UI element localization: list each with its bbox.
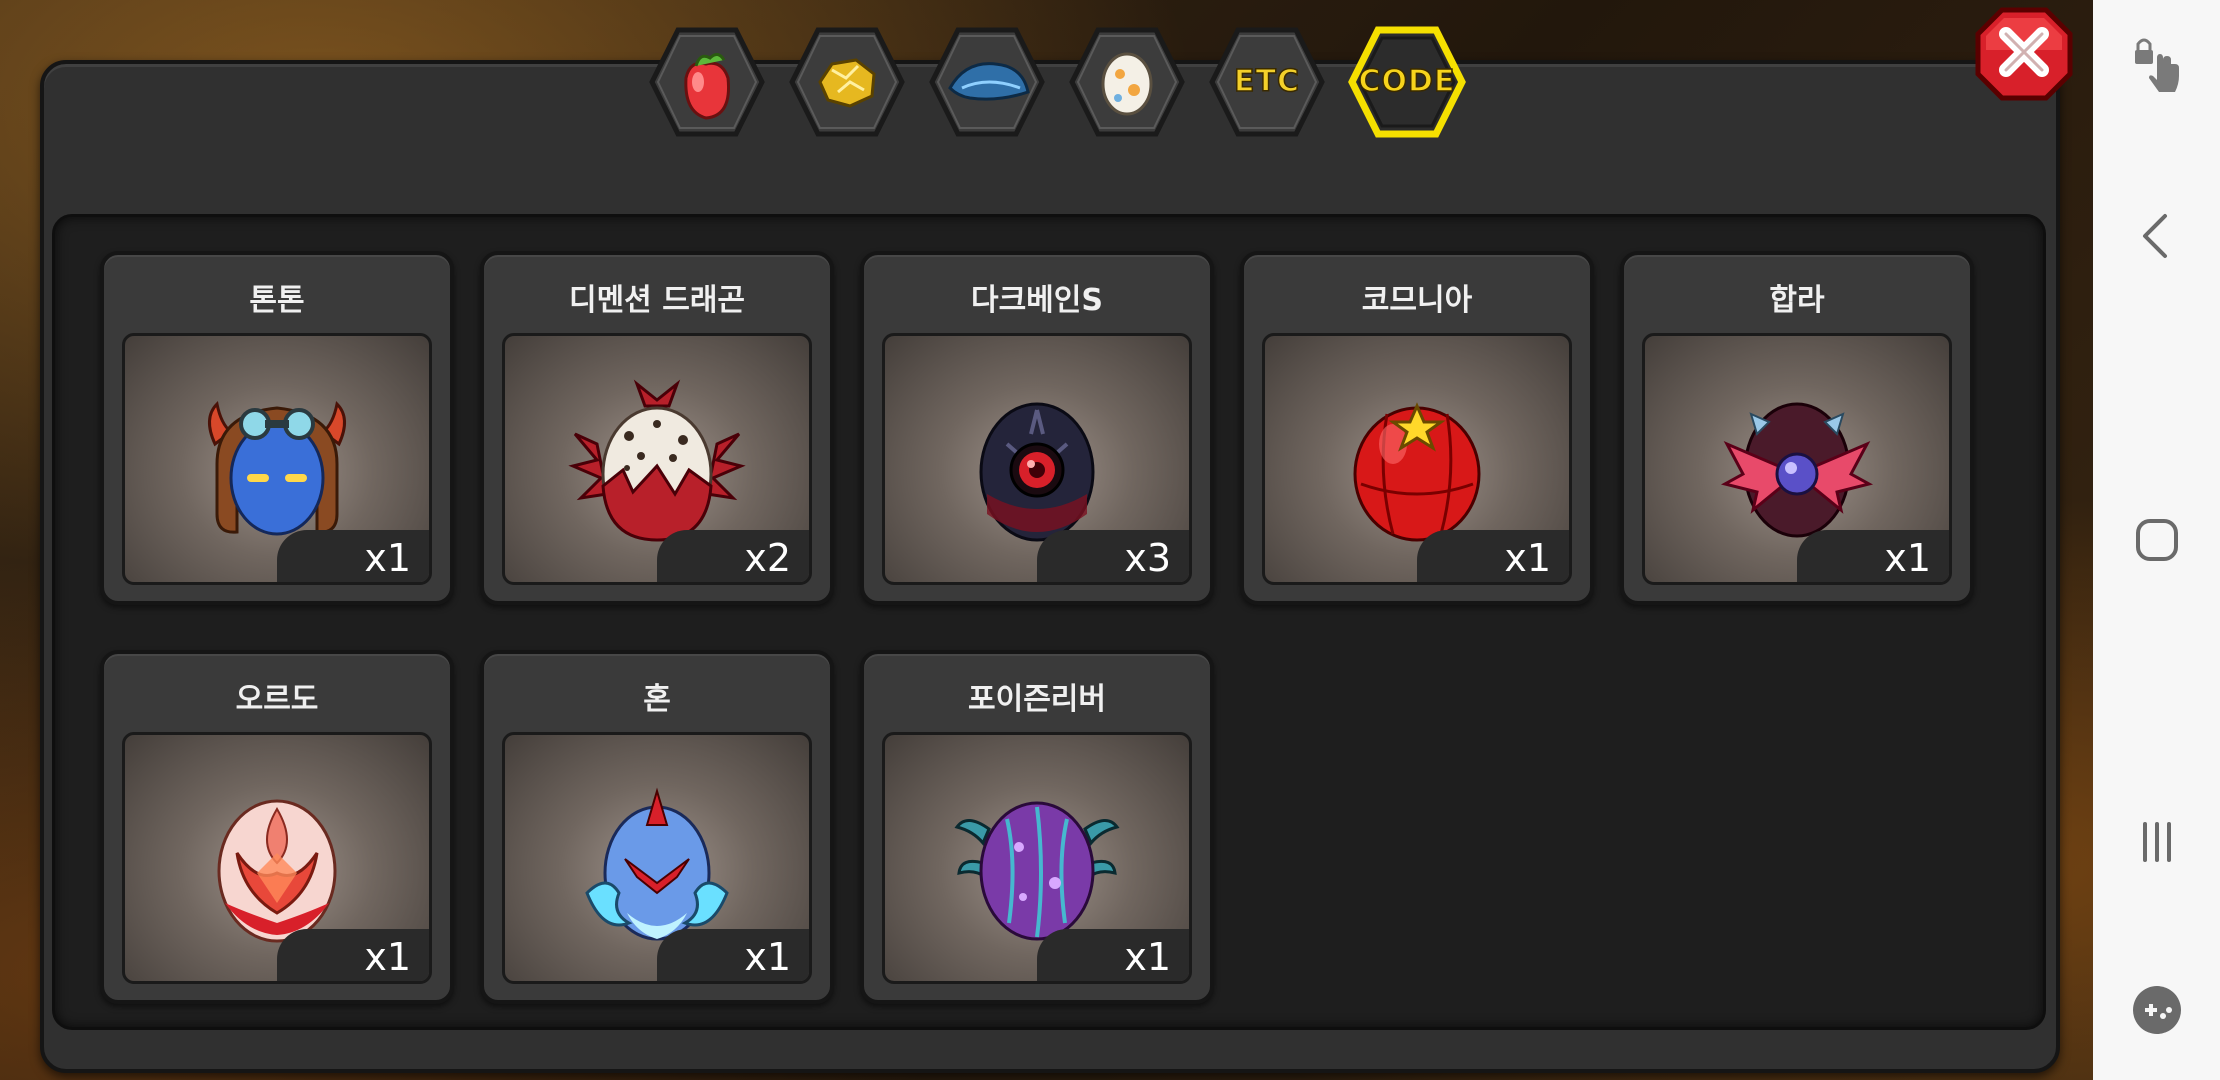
dark-eye-egg-icon — [979, 402, 1095, 542]
item-slot: x2 — [502, 333, 812, 585]
close-icon — [1975, 7, 2073, 101]
spotted-dragon-egg-icon — [568, 379, 746, 542]
item-count: x1 — [1884, 536, 1931, 580]
home-button[interactable] — [2093, 500, 2220, 580]
item-slot: x1 — [882, 732, 1192, 984]
item-card-dimension-dragon[interactable]: 디멘션 드래곤 x2 — [480, 251, 834, 605]
item-count: x2 — [744, 536, 791, 580]
item-name: 톤톤 — [249, 283, 305, 318]
item-count: x3 — [1124, 536, 1171, 580]
tab-feather[interactable] — [928, 26, 1046, 138]
item-count: x1 — [364, 536, 411, 580]
tab-fruit[interactable] — [648, 26, 766, 138]
recents-icon — [2142, 822, 2171, 862]
item-card-comnia[interactable]: 코므니아 x1 — [1240, 251, 1594, 605]
item-slot: x3 — [882, 333, 1192, 585]
gold-ore-icon — [818, 58, 876, 108]
game-tools-icon — [2132, 986, 2181, 1034]
item-name: 포이즌리버 — [968, 682, 1106, 717]
close-button[interactable] — [1974, 6, 2074, 102]
item-card-hon[interactable]: 혼 x1 — [480, 650, 834, 1004]
tab-etc-label: ETC — [1233, 63, 1300, 100]
fruit-icon — [684, 53, 731, 120]
item-slot: x1 — [1642, 333, 1952, 585]
home-icon — [2135, 519, 2178, 561]
touch-lock-icon — [2134, 38, 2179, 92]
aviator-egg-icon — [208, 400, 346, 536]
system-nav-bar — [2093, 0, 2220, 1080]
item-name: 코므니아 — [1361, 283, 1473, 318]
blue-spirit-egg-icon — [585, 787, 729, 941]
back-icon — [2142, 214, 2167, 258]
item-card-ordo[interactable]: 오르도 x1 — [100, 650, 454, 1004]
tab-code-label: CODE — [1358, 63, 1456, 100]
item-name: 혼 — [643, 682, 671, 717]
item-card-hapla[interactable]: 합라 x1 — [1620, 251, 1974, 605]
item-name: 오르도 — [235, 682, 319, 717]
recents-button[interactable] — [2093, 802, 2220, 882]
flame-egg-icon — [217, 799, 337, 943]
red-star-egg-icon — [1353, 402, 1481, 542]
item-slot: x1 — [122, 333, 432, 585]
item-count: x1 — [1124, 935, 1171, 979]
item-card-poison-river[interactable]: 포이즌리버 x1 — [860, 650, 1214, 1004]
winged-orb-egg-icon — [1720, 402, 1874, 538]
game-tools-button[interactable] — [2093, 970, 2220, 1050]
item-name: 다크베인S — [970, 283, 1103, 318]
item-name: 합라 — [1769, 283, 1825, 318]
poison-egg-icon — [954, 801, 1120, 941]
touch-lock-button[interactable] — [2093, 28, 2220, 108]
feather-icon — [948, 62, 1030, 101]
item-slot: x1 — [122, 732, 432, 984]
tab-gold[interactable] — [788, 26, 906, 138]
item-card-darkbane-s[interactable]: 다크베인S x3 — [860, 251, 1214, 605]
tab-egg[interactable] — [1068, 26, 1186, 138]
item-slot: x1 — [502, 732, 812, 984]
item-name: 디멘션 드래곤 — [568, 283, 746, 318]
item-slot: x1 — [1262, 333, 1572, 585]
item-card-tonton[interactable]: 톤톤 x1 — [100, 251, 454, 605]
item-count: x1 — [364, 935, 411, 979]
item-count: x1 — [744, 935, 791, 979]
back-button[interactable] — [2093, 196, 2220, 276]
tab-etc[interactable]: ETC — [1208, 26, 1326, 138]
item-count: x1 — [1504, 536, 1551, 580]
egg-icon — [1101, 52, 1153, 116]
tab-code[interactable]: CODE — [1348, 26, 1466, 138]
